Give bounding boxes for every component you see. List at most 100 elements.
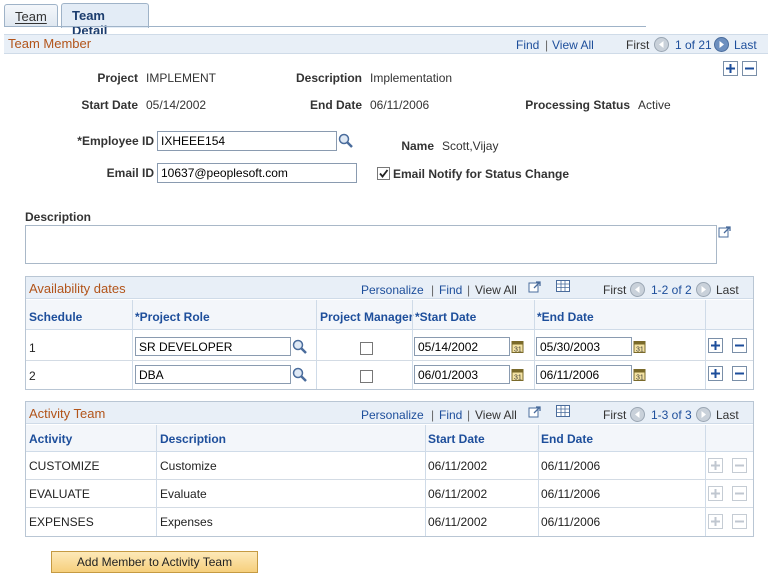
availability-view-all[interactable]: View All (475, 283, 517, 297)
tab-team-label: Team (15, 9, 47, 24)
end-date-input[interactable]: 05/30/2003 (536, 337, 632, 356)
end-date-label: End Date (309, 98, 362, 112)
start-date-input[interactable]: 06/01/2003 (414, 365, 510, 384)
col-start-date[interactable]: Start Date (428, 432, 485, 446)
activity-personalize-link[interactable]: Personalize (361, 408, 424, 422)
calendar-icon[interactable]: 31 (633, 340, 646, 354)
col-activity[interactable]: Activity (29, 432, 72, 446)
availability-range: 1-2 of 2 (651, 283, 692, 297)
start-date-value: 05/14/2002 (146, 98, 207, 112)
activity-cell: EXPENSES (29, 515, 94, 529)
minus-icon (745, 67, 754, 70)
start-date-label: Start Date (81, 98, 138, 112)
remove-row-button[interactable] (742, 61, 757, 76)
end-date-cell: 06/11/2006 (541, 459, 601, 473)
separator: | (545, 38, 549, 52)
end-date-value: 06/11/2006 (370, 98, 430, 112)
add-row-button[interactable] (723, 61, 738, 76)
email-notify-label: Email Notify for Status Change (393, 167, 570, 181)
lookup-icon[interactable] (292, 367, 308, 383)
processing-status-value: Active (638, 98, 671, 112)
separator: | (431, 408, 435, 422)
start-date-cell: 06/11/2002 (428, 459, 488, 473)
project-manager-checkbox[interactable] (360, 342, 373, 355)
remove-row-button (732, 514, 747, 529)
add-row-button (708, 458, 723, 473)
svg-text:31: 31 (636, 347, 644, 354)
start-date-cell: 06/11/2002 (428, 515, 488, 529)
expand-icon[interactable] (528, 405, 542, 419)
activity-column-header (26, 425, 753, 452)
col-project-role[interactable]: *Project Role (135, 310, 210, 324)
expand-icon[interactable] (718, 225, 732, 239)
start-date-cell: 06/11/2002 (428, 487, 488, 501)
start-date-input[interactable]: 05/14/2002 (414, 337, 510, 356)
tab-team-detail[interactable]: Team Detail (61, 3, 149, 38)
calendar-icon[interactable]: 31 (511, 368, 524, 382)
checkmark-icon (379, 169, 389, 178)
svg-text:31: 31 (514, 347, 522, 354)
description-cell: Customize (160, 459, 217, 473)
availability-title: Availability dates (29, 281, 126, 296)
previous-arrow-icon[interactable] (630, 282, 645, 297)
lookup-icon[interactable] (292, 339, 308, 355)
calendar-icon[interactable]: 31 (511, 340, 524, 354)
lookup-icon[interactable] (338, 133, 354, 149)
table-row (26, 452, 753, 480)
description-textarea[interactable] (25, 225, 717, 264)
expand-icon[interactable] (528, 280, 542, 294)
availability-personalize-link[interactable]: Personalize (361, 283, 424, 297)
remove-row-button (732, 458, 747, 473)
availability-first-label: First (603, 283, 627, 297)
download-grid-icon[interactable] (556, 405, 570, 417)
activity-view-all[interactable]: View All (475, 408, 517, 422)
plus-icon (711, 517, 720, 526)
next-arrow-icon[interactable] (696, 407, 711, 422)
remove-row-button[interactable] (732, 366, 747, 381)
col-description[interactable]: Description (160, 432, 226, 446)
name-value: Scott,Vijay (442, 139, 499, 153)
add-row-button[interactable] (708, 338, 723, 353)
name-label: Name (401, 139, 434, 153)
availability-last-label: Last (716, 283, 739, 297)
add-row-button[interactable] (708, 366, 723, 381)
col-start-date[interactable]: *Start Date (415, 310, 476, 324)
next-arrow-icon[interactable] (696, 282, 711, 297)
separator: | (467, 283, 471, 297)
activity-range: 1-3 of 3 (651, 408, 692, 422)
project-manager-checkbox[interactable] (360, 370, 373, 383)
email-id-label: Email ID (106, 166, 154, 180)
project-role-input[interactable]: DBA (135, 365, 291, 384)
add-member-to-activity-team-button[interactable]: Add Member to Activity Team (51, 551, 258, 573)
email-notify-checkbox[interactable] (377, 167, 390, 180)
end-date-input[interactable]: 06/11/2006 (536, 365, 632, 384)
availability-find-link[interactable]: Find (439, 283, 462, 297)
remove-row-button (732, 486, 747, 501)
project-label: Project (97, 71, 138, 85)
col-end-date[interactable]: End Date (541, 432, 593, 446)
separator: | (467, 408, 471, 422)
svg-text:31: 31 (514, 375, 522, 382)
view-all-link[interactable]: View All (552, 38, 594, 52)
project-role-input[interactable]: SR DEVELOPER (135, 337, 291, 356)
find-link[interactable]: Find (516, 38, 539, 52)
calendar-icon[interactable]: 31 (633, 368, 646, 382)
download-grid-icon[interactable] (556, 280, 570, 292)
previous-arrow-icon[interactable] (630, 407, 645, 422)
email-id-input[interactable]: 10637@peoplesoft.com (157, 163, 357, 183)
tab-team[interactable]: Team (4, 4, 58, 27)
col-schedule[interactable]: Schedule (29, 310, 82, 324)
minus-icon (735, 464, 744, 467)
activity-first-label: First (603, 408, 627, 422)
previous-arrow-icon[interactable] (654, 37, 669, 52)
col-project-manager[interactable]: Project Manager (320, 310, 413, 324)
remove-row-button[interactable] (732, 338, 747, 353)
activity-title: Activity Team (29, 406, 106, 421)
employee-id-input[interactable]: IXHEEE154 (157, 131, 337, 151)
activity-find-link[interactable]: Find (439, 408, 462, 422)
last-link[interactable]: Last (734, 38, 757, 52)
col-end-date[interactable]: *End Date (537, 310, 594, 324)
next-arrow-icon[interactable] (714, 37, 729, 52)
processing-status-label: Processing Status (525, 98, 630, 112)
description-label: Description (295, 71, 362, 85)
